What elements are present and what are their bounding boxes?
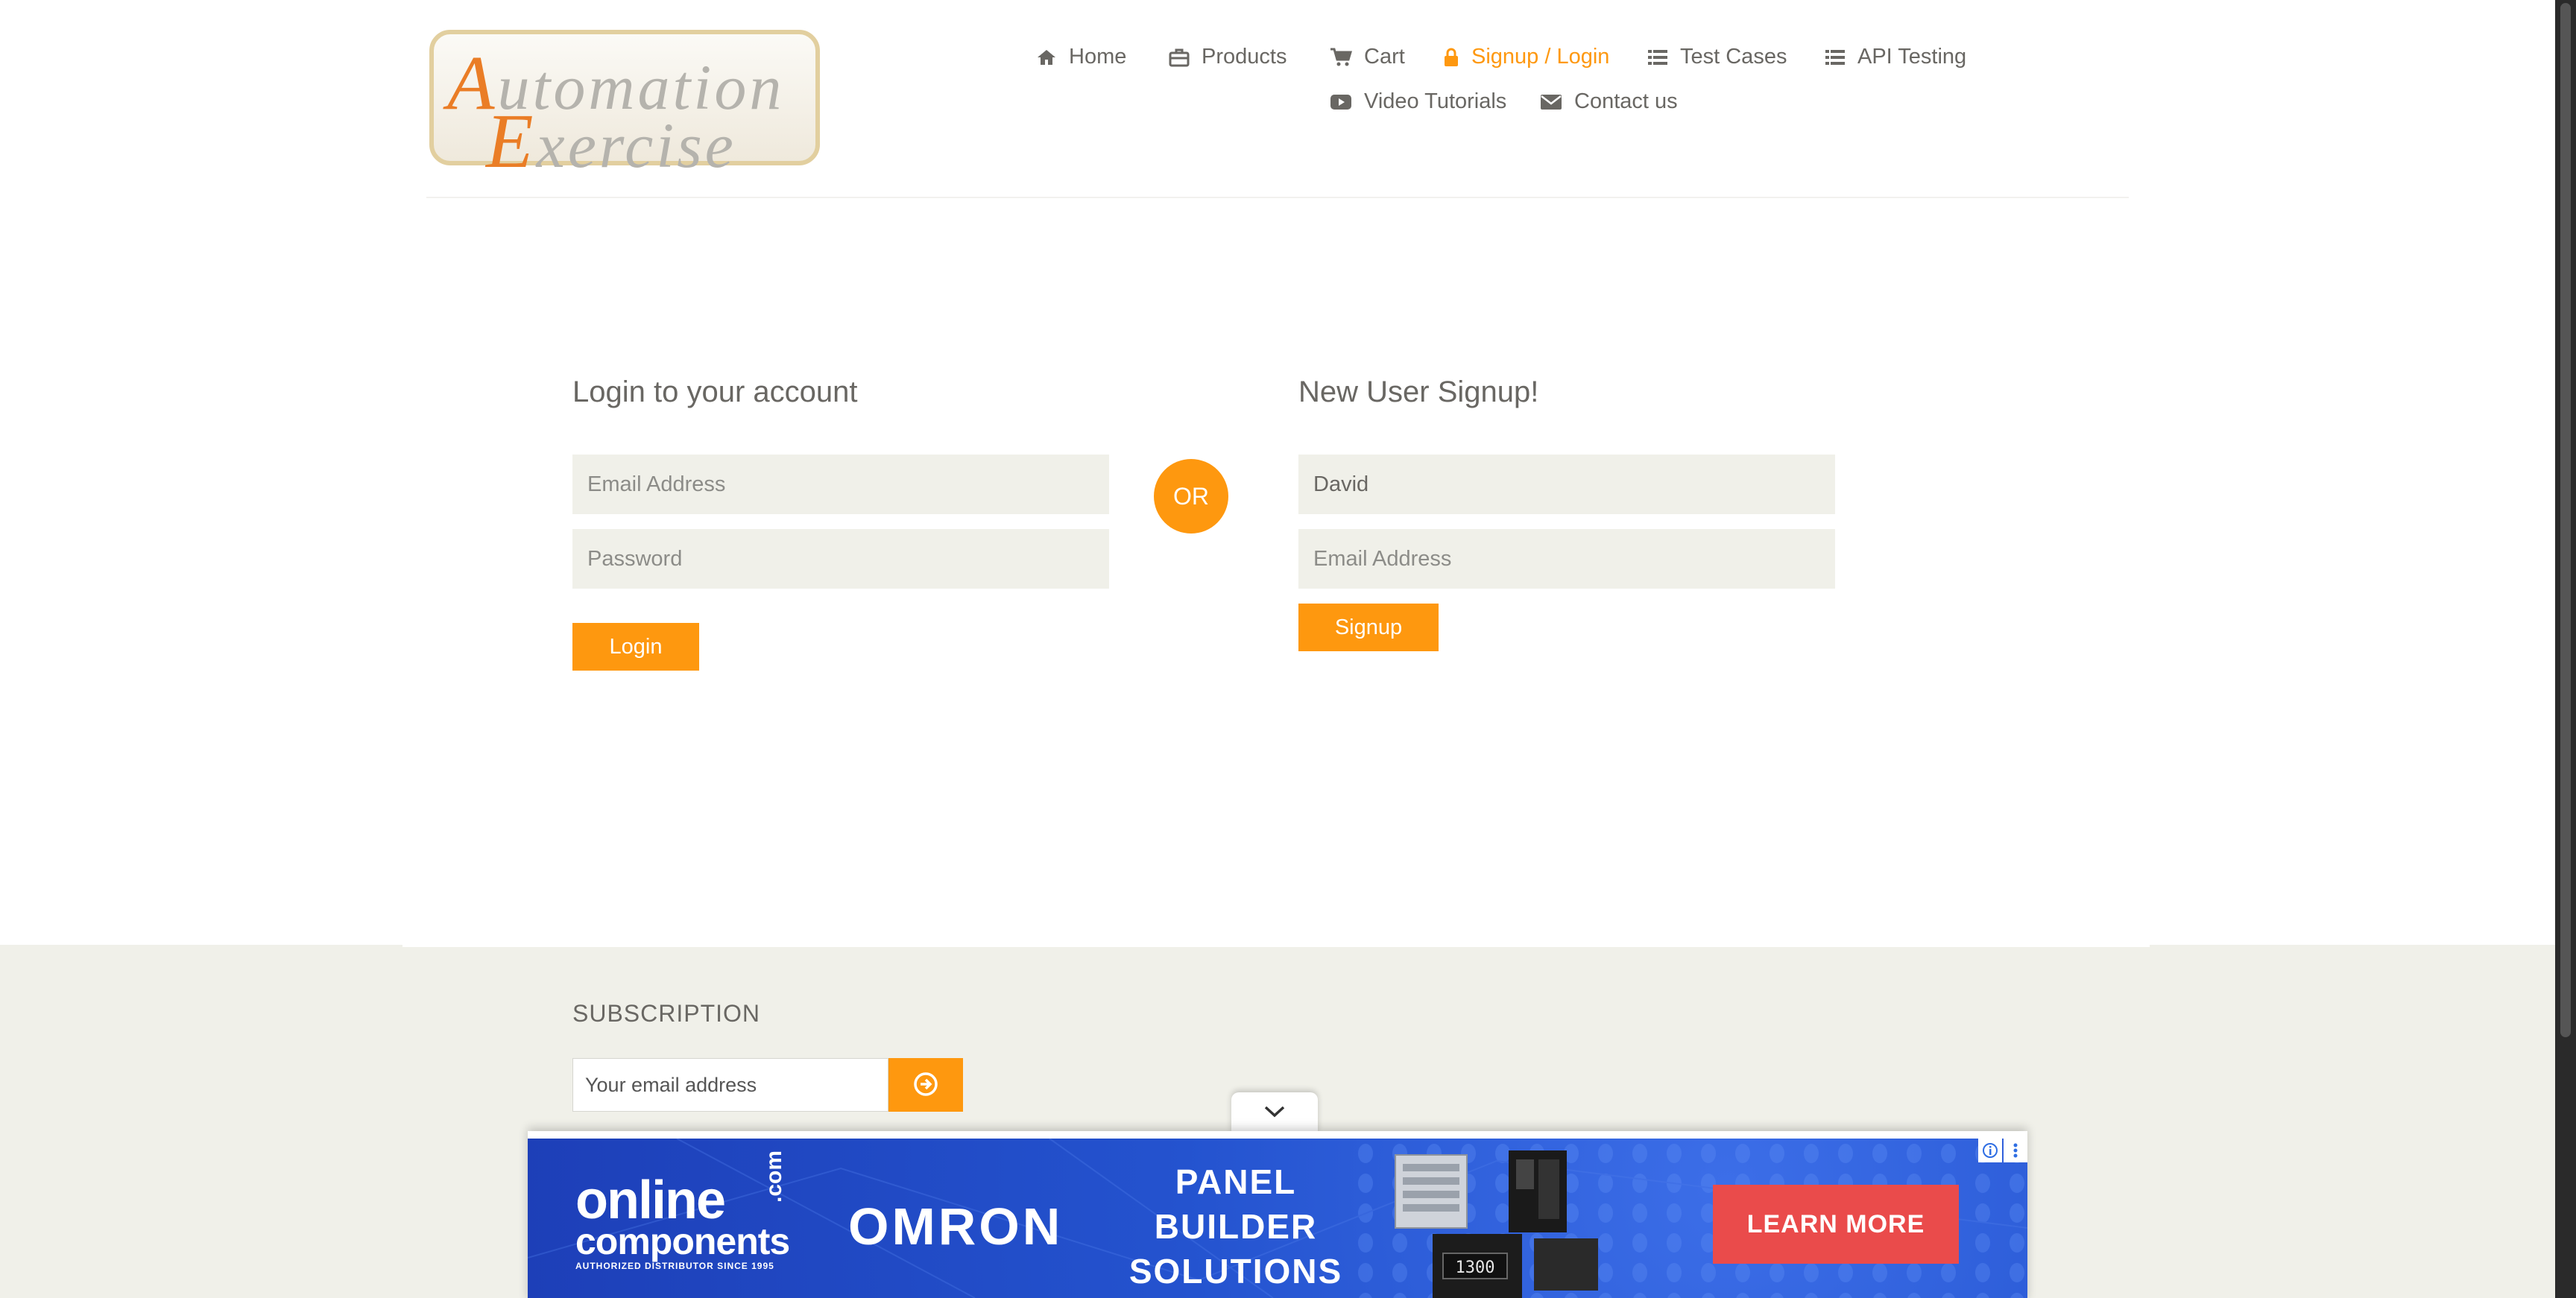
login-title: Login to your account	[572, 376, 858, 408]
youtube-icon	[1330, 94, 1352, 110]
nav-test-cases[interactable]: Test Cases	[1647, 45, 1787, 69]
nav-home[interactable]: Home	[1036, 45, 1126, 69]
login-password-input[interactable]	[572, 529, 1109, 589]
subscription-title: SUBSCRIPTION	[572, 1000, 761, 1027]
signup-button[interactable]: Signup	[1298, 604, 1439, 651]
arrow-circle-right-icon	[913, 1071, 938, 1099]
nav-video-tutorials[interactable]: Video Tutorials	[1330, 89, 1506, 114]
omron-logo: OMRON	[848, 1197, 1064, 1256]
briefcase-icon	[1169, 48, 1190, 67]
nav-api-testing[interactable]: API Testing	[1825, 45, 1966, 69]
ad-headline: PANEL BUILDER SOLUTIONS	[1128, 1162, 1343, 1291]
cart-icon	[1330, 48, 1352, 67]
nav-contact-us[interactable]: Contact us	[1540, 89, 1678, 114]
ad-collapse-toggle[interactable]	[1231, 1092, 1318, 1134]
site-header: Automation Exercise Home Products Cart S…	[0, 0, 2555, 198]
signup-email-input[interactable]	[1298, 529, 1835, 589]
ad-banner[interactable]: online components .com AUTHORIZED DISTRI…	[528, 1139, 2027, 1298]
learn-more-button[interactable]: LEARN MORE	[1713, 1185, 1959, 1264]
nav-products[interactable]: Products	[1169, 45, 1287, 69]
login-button[interactable]: Login	[572, 623, 699, 671]
login-email-input[interactable]	[572, 455, 1109, 514]
ad-product-image: 1300	[1395, 1150, 1598, 1298]
home-icon	[1036, 48, 1057, 66]
lock-icon	[1443, 48, 1459, 67]
subscription-email-input[interactable]	[572, 1058, 888, 1112]
list-icon	[1825, 48, 1846, 66]
nav-cart[interactable]: Cart	[1330, 45, 1405, 69]
signup-title: New User Signup!	[1298, 376, 1539, 408]
header-divider	[426, 197, 2129, 198]
nav-signup-login[interactable]: Signup / Login	[1443, 45, 1609, 69]
envelope-icon	[1540, 94, 1562, 110]
page: Automation Exercise Home Products Cart S…	[0, 0, 2555, 1298]
ad-more-options-icon[interactable]	[2004, 1139, 2027, 1162]
onlinecomponents-logo: online components .com AUTHORIZED DISTRI…	[575, 1150, 790, 1271]
site-logo[interactable]: Automation Exercise	[429, 30, 820, 184]
list-icon	[1647, 48, 1668, 66]
ad-info-icon[interactable]	[1978, 1139, 2002, 1162]
scrollbar-thumb[interactable]	[2560, 3, 2571, 1037]
svg-text:1300: 1300	[1456, 1259, 1495, 1277]
vertical-scrollbar[interactable]	[2555, 0, 2576, 1298]
signup-name-input[interactable]	[1298, 455, 1835, 514]
footer-divider	[402, 945, 2150, 947]
subscribe-button[interactable]	[888, 1058, 963, 1112]
or-separator: OR	[1154, 459, 1228, 534]
chevron-down-icon	[1263, 1105, 1286, 1122]
